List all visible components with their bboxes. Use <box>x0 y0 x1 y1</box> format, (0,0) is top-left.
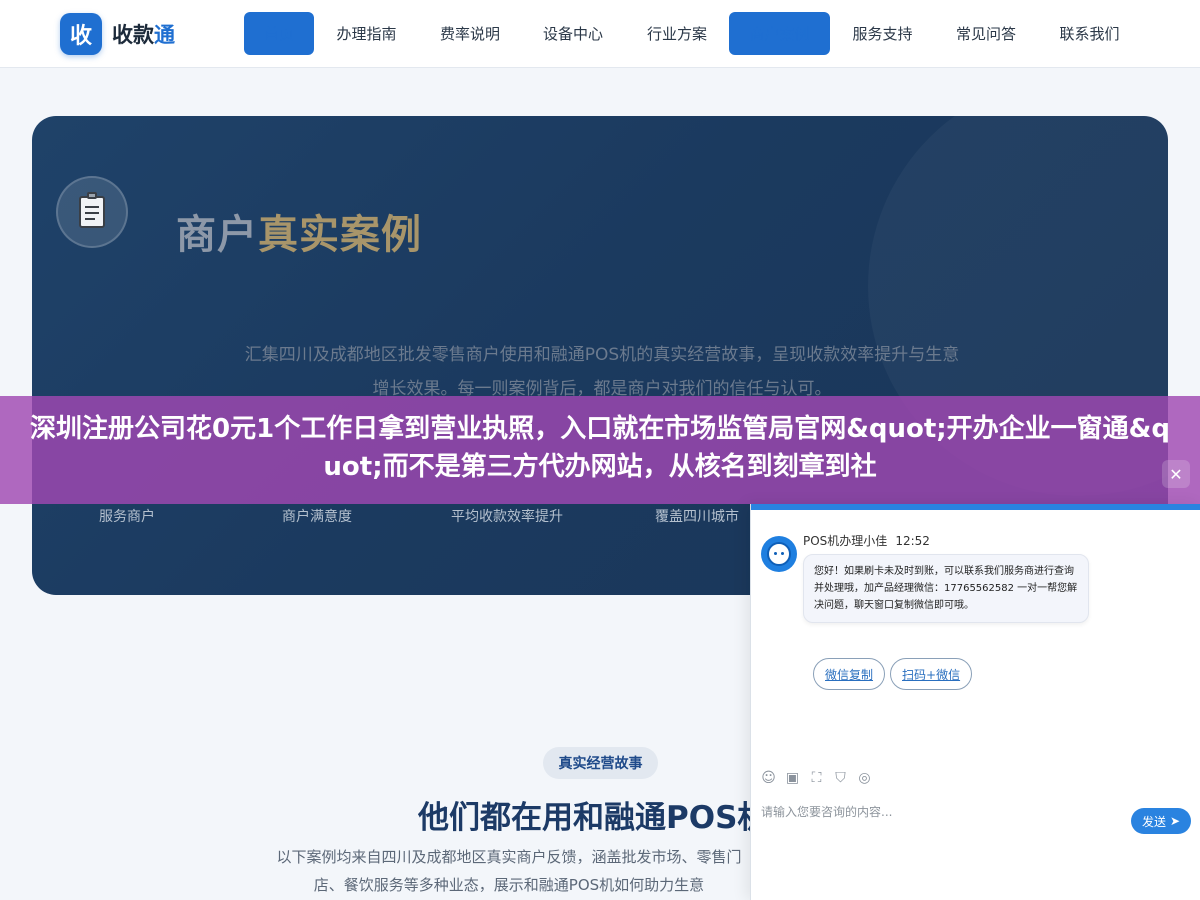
chat-header-bar <box>751 504 1200 510</box>
site-header: 收 收款通 首页 办理指南 费率说明 设备中心 行业方案 商户案例 服务支持 常… <box>0 0 1200 68</box>
hero-icon-badge <box>56 176 128 248</box>
nav-item-cases[interactable]: 商户案例 <box>729 12 830 55</box>
copy-wechat-button[interactable]: 微信复制 <box>813 658 886 690</box>
section-description: 以下案例均来自四川及成都地区真实商户反馈，涵盖批发市场、零售门店、餐饮服务等多种… <box>276 848 742 894</box>
crop-icon[interactable]: ⛶ <box>809 770 824 786</box>
nav-item-contact[interactable]: 联系我们 <box>1037 12 1142 55</box>
send-label: 发送 <box>1141 814 1166 829</box>
scan-wechat-button[interactable]: 扫码+微信 <box>890 658 973 690</box>
overlay-banner[interactable]: 深圳注册公司花0元1个工作日拿到营业执照，入口就在市场监管局官网&quot;开办… <box>0 396 1200 504</box>
section-tag: 真实经营故事 <box>543 747 658 779</box>
stat-label: 服务商户 <box>99 509 155 525</box>
site-logo[interactable]: 收 收款通 <box>60 13 175 55</box>
hero-stats: 服务商户 商户满意度 平均收款效率提升 覆盖四川城市 <box>32 506 792 526</box>
quick-reply-chips: 微信复制 扫码+微信 <box>813 658 973 690</box>
chat-widget: POS机办理小佳 12:52 您好！如果刷卡未及时到账，可以联系我们服务商进行查询… <box>750 504 1200 900</box>
send-button[interactable]: 发送 ➤ <box>1131 808 1191 834</box>
stat-label: 商户满意度 <box>282 509 352 525</box>
nav-item-guide[interactable]: 办理指南 <box>314 12 419 55</box>
message-meta: POS机办理小佳 12:52 <box>803 532 930 549</box>
logo-accent: 通 <box>154 23 175 47</box>
nav-item-industry[interactable]: 行业方案 <box>625 12 729 55</box>
clipboard-icon <box>79 192 105 228</box>
nav-item-rates[interactable]: 费率说明 <box>419 12 521 55</box>
agent-name: POS机办理小佳 <box>803 534 888 548</box>
hero-title-part1: 商户 <box>176 212 258 258</box>
nav-item-home[interactable]: 首页 <box>244 12 314 55</box>
smile-icon[interactable]: ☺ <box>761 770 776 786</box>
nav-item-devices[interactable]: 设备中心 <box>521 12 625 55</box>
chat-message-input[interactable] <box>761 800 1121 824</box>
message-bubble: 您好！如果刷卡未及时到账，可以联系我们服务商进行查询并处理哦，加产品经理微信：1… <box>803 554 1089 623</box>
logo-mark: 收 <box>60 13 102 55</box>
section-title: 他们都在用和融通POS机 <box>418 800 758 836</box>
logo-name: 收款 <box>112 23 154 47</box>
hero-title: 商户真实案例 <box>176 202 422 260</box>
banner-text[interactable]: 深圳注册公司花0元1个工作日拿到营业执照，入口就在市场监管局官网&quot;开办… <box>30 410 1170 494</box>
image-icon[interactable]: ▣ <box>785 770 800 786</box>
send-arrow-icon: ➤ <box>1169 814 1181 828</box>
message-time: 12:52 <box>895 534 930 548</box>
nav-item-support[interactable]: 服务支持 <box>830 12 935 55</box>
shield-icon[interactable]: ⛉ <box>833 770 848 786</box>
close-icon[interactable]: ✕ <box>1162 460 1190 488</box>
chat-toolbar: ☺ ▣ ⛶ ⛉ ◎ <box>761 770 872 786</box>
logo-text: 收款通 <box>112 19 175 49</box>
nav-item-faq[interactable]: 常见问答 <box>935 12 1037 55</box>
hero-title-part2: 真实案例 <box>258 212 422 258</box>
stat-label: 平均收款效率提升 <box>451 509 563 525</box>
chat-bubbles-icon[interactable]: ◎ <box>857 770 872 786</box>
agent-face-icon <box>767 542 791 566</box>
agent-avatar <box>761 536 797 572</box>
main-nav: 首页 办理指南 费率说明 设备中心 行业方案 商户案例 服务支持 常见问答 联系… <box>244 12 1142 55</box>
